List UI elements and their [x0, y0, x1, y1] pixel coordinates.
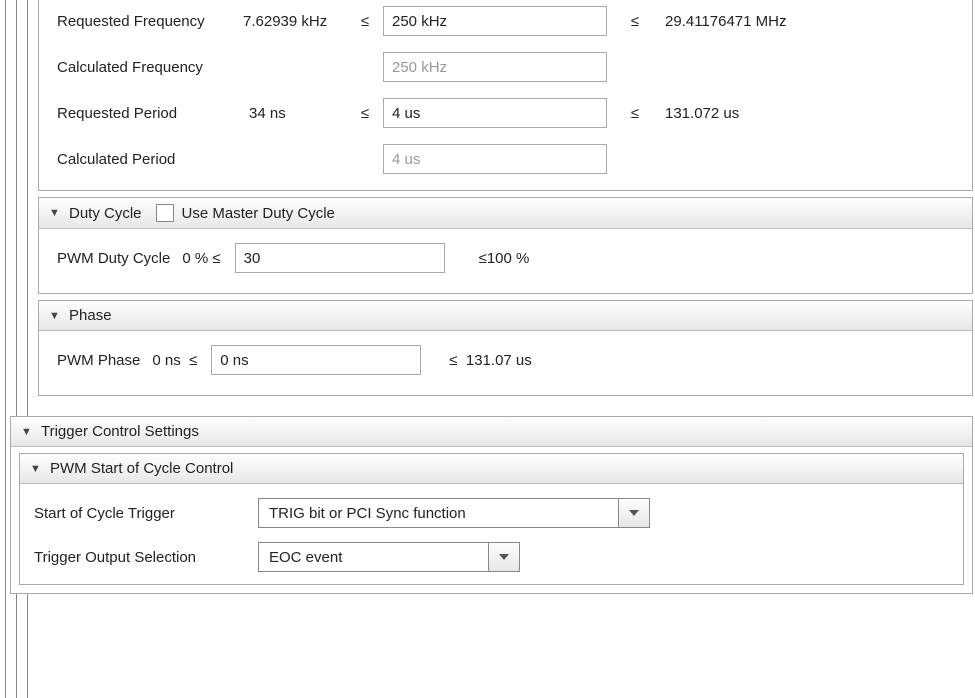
duty-label: PWM Duty Cycle: [57, 250, 170, 267]
collapse-icon: ▼: [49, 310, 61, 322]
requested-period-label: Requested Period: [57, 105, 217, 122]
calculated-frequency-value: [383, 52, 607, 82]
requested-frequency-min: 7.62939 kHz: [243, 13, 347, 30]
chevron-down-icon: [499, 554, 509, 560]
trigger-control-header[interactable]: ▼ Trigger Control Settings: [11, 417, 972, 447]
collapse-icon: ▼: [30, 463, 42, 475]
phase-label: PWM Phase: [57, 352, 140, 369]
soc-trigger-label: Start of Cycle Trigger: [34, 505, 244, 522]
duty-cycle-panel: ▼ Duty Cycle Use Master Duty Cycle PWM D…: [38, 197, 973, 294]
duty-cycle-header[interactable]: ▼ Duty Cycle Use Master Duty Cycle: [39, 198, 972, 229]
frequency-block: Requested Frequency 7.62939 kHz ≤ ≤ 29.4…: [38, 0, 973, 191]
calculated-period-value: [383, 144, 607, 174]
collapse-icon: ▼: [49, 207, 61, 219]
phase-min: 0 ns ≤: [152, 352, 197, 369]
duty-min: 0 % ≤: [182, 250, 220, 267]
requested-period-max: 131.072 us: [665, 105, 739, 122]
phase-panel: ▼ Phase PWM Phase 0 ns ≤ ≤ 131.07 us: [38, 300, 973, 396]
requested-period-min: 34 ns: [223, 105, 347, 122]
duty-input[interactable]: [235, 243, 445, 273]
use-master-duty-checkbox[interactable]: [156, 204, 174, 222]
collapse-icon: ▼: [21, 426, 33, 438]
trigger-output-label: Trigger Output Selection: [34, 549, 244, 566]
calculated-frequency-label: Calculated Frequency: [57, 59, 237, 76]
phase-max: ≤ 131.07 us: [449, 352, 531, 369]
pwm-soc-panel: ▼ PWM Start of Cycle Control Start of Cy…: [19, 453, 964, 585]
dropdown-button[interactable]: [488, 542, 520, 572]
trigger-control-panel: ▼ Trigger Control Settings ▼ PWM Start o…: [10, 416, 973, 594]
pwm-soc-header[interactable]: ▼ PWM Start of Cycle Control: [20, 454, 963, 484]
phase-header[interactable]: ▼ Phase: [39, 301, 972, 331]
requested-frequency-input[interactable]: [383, 6, 607, 36]
use-master-duty-label: Use Master Duty Cycle: [182, 205, 335, 222]
dropdown-button[interactable]: [618, 498, 650, 528]
calculated-period-label: Calculated Period: [57, 151, 217, 168]
soc-trigger-select[interactable]: [258, 498, 650, 528]
requested-period-input[interactable]: [383, 98, 607, 128]
phase-input[interactable]: [211, 345, 421, 375]
duty-max: ≤100 %: [479, 250, 530, 267]
requested-frequency-label: Requested Frequency: [57, 13, 237, 30]
requested-frequency-max: 29.41176471 MHz: [665, 13, 786, 30]
trigger-output-select[interactable]: [258, 542, 520, 572]
chevron-down-icon: [629, 510, 639, 516]
